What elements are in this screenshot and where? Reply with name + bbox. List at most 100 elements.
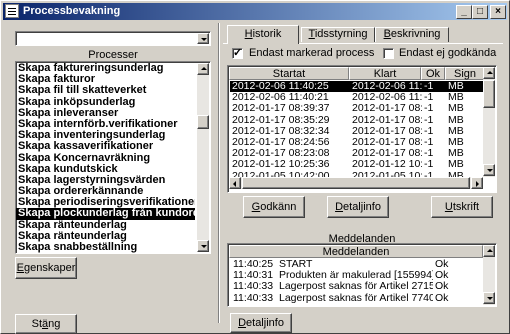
- process-list-item[interactable]: Skapa kundutskick: [16, 164, 195, 175]
- message-cell: Ok: [435, 259, 449, 270]
- maximize-button[interactable]: □: [472, 5, 488, 19]
- messages-body: Meddelanden 11:40:25 START Ok 11:40:31 Produ…: [229, 245, 483, 305]
- close-window-button[interactable]: ×: [490, 5, 506, 19]
- details-button[interactable]: Detaljinfo: [327, 196, 389, 218]
- process-list-item[interactable]: Skapa periodiseringsverifikationer: [16, 197, 195, 208]
- process-list-item[interactable]: Skapa inventeringsunderlag: [16, 130, 195, 141]
- message-row[interactable]: 11:40:33 Lagerpost saknas för Artikel 271…: [233, 281, 481, 292]
- tab-label: idsstyrning: [314, 28, 368, 40]
- scroll-up-button[interactable]: [483, 67, 495, 79]
- process-list-item[interactable]: Skapa kassaverifikationer: [16, 141, 195, 152]
- messages-label: Meddelanden: [328, 233, 396, 245]
- history-row[interactable]: 2012-01-17 08:35:29 2012-01-17 08:35:30-1…: [230, 115, 483, 126]
- process-list-scrollbar[interactable]: [197, 63, 209, 252]
- close-button[interactable]: Stäng: [15, 314, 77, 334]
- arrow-right-icon: [476, 181, 479, 187]
- history-row[interactable]: 2012-02-06 11:40:21 2012-02-06 11:41:06-1…: [230, 92, 483, 103]
- message-cell: Produkten är makulerad [155994]: [279, 270, 433, 282]
- history-cell: MB: [448, 92, 464, 104]
- message-details-button[interactable]: Detaljinfo: [230, 313, 292, 333]
- details-button-accel: D: [335, 201, 344, 213]
- process-list-item[interactable]: Skapa snabbeställning: [16, 242, 195, 253]
- history-row[interactable]: 2012-01-17 08:39:37 2012-01-17 08:39:38-1…: [230, 103, 483, 114]
- scroll-thumb[interactable]: [197, 115, 209, 129]
- history-cell: -1: [424, 125, 434, 137]
- process-list-item[interactable]: Skapa fil till skatteverket: [16, 85, 195, 96]
- history-row[interactable]: 2012-01-17 08:24:56 2012-01-17 08:24:57-1…: [230, 137, 483, 148]
- history-cell: 2012-02-06 11:41:05: [352, 81, 422, 92]
- combo-dropdown-button[interactable]: [197, 33, 209, 44]
- scroll-thumb[interactable]: [242, 177, 470, 189]
- only-marked-checkbox[interactable]: [232, 46, 243, 59]
- message-row[interactable]: 11:40:31 Produkten är makulerad [155994] O…: [233, 270, 481, 281]
- history-row[interactable]: 2012-01-17 08:23:08 2012-01-17 08:23:10-1…: [230, 148, 483, 159]
- tab-historik[interactable]: Historik: [227, 25, 299, 44]
- history-cell: -1: [424, 92, 434, 104]
- message-details-button-accel: D: [238, 317, 247, 329]
- title-bar[interactable]: Processbevakning _ □ ×: [3, 3, 507, 20]
- scroll-up-button[interactable]: [483, 245, 495, 257]
- process-list-item[interactable]: Skapa fakturor: [16, 74, 195, 85]
- print-button[interactable]: Utskrift: [431, 196, 493, 218]
- close-button-label: ng: [48, 318, 61, 330]
- message-row[interactable]: 11:40:33 Lagerpost saknas för Artikel 774…: [233, 293, 481, 304]
- properties-button-accel: E: [16, 262, 24, 274]
- tab-tidsstyrning[interactable]: Tidsstyrning: [301, 27, 375, 42]
- history-cell: -1: [424, 103, 434, 115]
- scroll-thumb[interactable]: [483, 80, 495, 108]
- approve-button[interactable]: Godkänn: [243, 196, 305, 218]
- process-list-item[interactable]: Skapa plockunderlag från kundorder: [16, 208, 195, 220]
- process-list-item[interactable]: Skapa internförb.verifikationer: [16, 119, 195, 130]
- history-row[interactable]: 2012-01-12 10:25:36 2012-01-12 10:25:38-1…: [230, 159, 483, 170]
- approve-button-accel: G: [251, 201, 261, 213]
- process-list-item[interactable]: Skapa ordererkännande: [16, 186, 195, 197]
- process-list-label: Processer: [88, 49, 138, 61]
- process-list-item[interactable]: Skapa Koncernavräkning: [16, 153, 195, 164]
- col-header-klart[interactable]: Klart: [349, 67, 421, 80]
- process-list-item[interactable]: Skapa lagerstyrningsvärden: [16, 175, 195, 186]
- col-header-startat[interactable]: Startat: [229, 67, 349, 80]
- process-list-item[interactable]: Skapa ränteunderlag: [16, 231, 195, 242]
- history-grid[interactable]: Startat Klart Ok Sign 2012-02-06 11:40:2…: [227, 65, 497, 193]
- scroll-left-button[interactable]: [229, 177, 241, 189]
- history-row[interactable]: 2012-01-17 08:32:34 2012-01-17 08:32:36-1…: [230, 126, 483, 137]
- arrow-down-icon: [201, 245, 207, 248]
- history-cell: MB: [448, 114, 464, 126]
- messages-scrollbar[interactable]: [483, 245, 495, 305]
- history-hscrollbar[interactable]: [229, 177, 483, 189]
- process-list-item[interactable]: Skapa inköpsunderlag: [16, 97, 195, 108]
- process-list[interactable]: Skapa faktureringsunderlag Skapa fakturor…: [15, 61, 211, 254]
- history-cell: 2012-01-17 08:24:57: [352, 137, 422, 148]
- message-cell: 11:40:33: [233, 281, 274, 293]
- process-list-item[interactable]: Skapa faktureringsunderlag: [16, 63, 195, 74]
- messages-list[interactable]: Meddelanden 11:40:25 START Ok 11:40:31 Produ…: [227, 243, 497, 307]
- process-list-item[interactable]: Skapa inleveranser: [16, 108, 195, 119]
- history-cell: 2012-01-12 10:25:36: [232, 159, 330, 171]
- history-cell: -1: [424, 159, 434, 171]
- scroll-right-button[interactable]: [471, 177, 483, 189]
- history-cell: MB: [448, 137, 464, 148]
- scroll-down-button[interactable]: [483, 292, 495, 304]
- tab-beskrivning[interactable]: Beskrivning: [375, 27, 449, 42]
- only-unapproved-checkbox[interactable]: [383, 48, 394, 59]
- history-cell: MB: [448, 148, 464, 160]
- main-window: Processbevakning _ □ × Processer Skapa f…: [0, 0, 510, 334]
- chevron-down-icon: [201, 38, 207, 41]
- minimize-button[interactable]: _: [456, 5, 472, 19]
- details-button-label: etaljinfo: [343, 201, 381, 213]
- message-row[interactable]: 11:40:25 START Ok: [233, 259, 481, 270]
- properties-button[interactable]: Egenskaper: [15, 257, 77, 279]
- col-header-ok[interactable]: Ok: [421, 67, 445, 80]
- process-filter-combo[interactable]: [15, 31, 211, 46]
- scroll-down-button[interactable]: [197, 240, 209, 252]
- scroll-up-button[interactable]: [197, 63, 209, 75]
- tab-label: eskrivning: [390, 28, 441, 40]
- history-grid-body: Startat Klart Ok Sign 2012-02-06 11:40:2…: [229, 67, 483, 177]
- col-header-sign[interactable]: Sign: [445, 67, 483, 80]
- history-row[interactable]: 2012-02-06 11:40:25 2012-02-06 11:41:05-1…: [230, 81, 483, 93]
- scroll-down-button[interactable]: [483, 164, 495, 176]
- process-list-item[interactable]: Skapa ränteunderlag: [16, 220, 195, 231]
- message-cell: Ok: [435, 270, 449, 282]
- message-cell: 11:40:33: [233, 292, 274, 304]
- history-vscrollbar[interactable]: [483, 67, 495, 177]
